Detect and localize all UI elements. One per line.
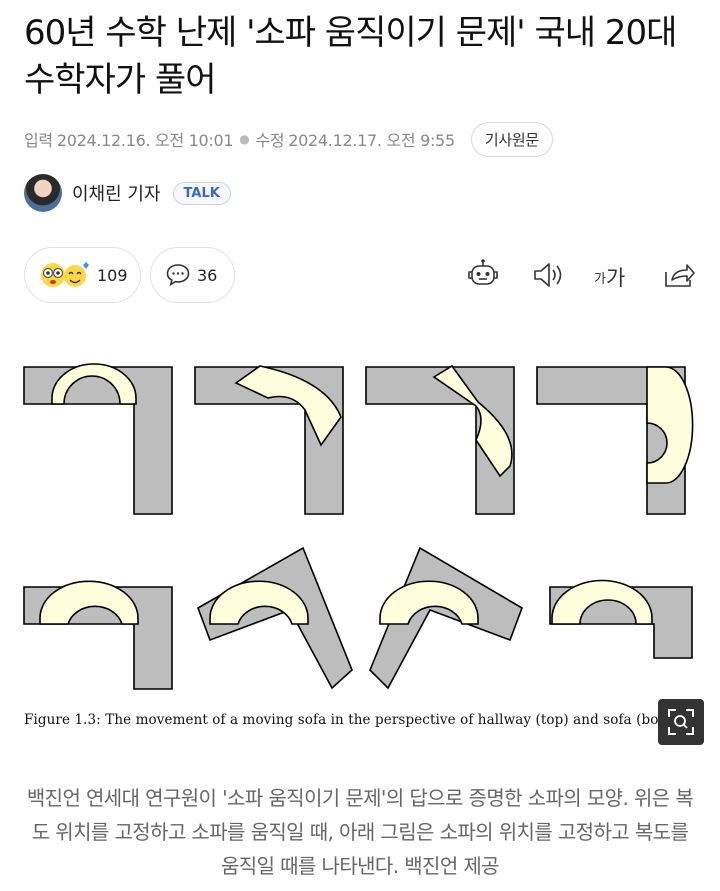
input-label: 입력	[24, 131, 53, 150]
edit-label: 수정	[255, 131, 285, 150]
original-article-button[interactable]: 기사원문	[470, 121, 553, 157]
comment-button[interactable]: 36	[150, 247, 235, 303]
hallway-panel-1	[23, 363, 173, 515]
article-title: 60년 수학 난제 '소파 움직이기 문제' 국내 20대 수학자가 풀어	[24, 13, 677, 100]
talk-badge[interactable]: TALK	[172, 181, 231, 205]
sofa-figure-drawing	[23, 363, 694, 690]
reaction-emoji-icon	[41, 262, 89, 287]
article-meta: 입력 2024.12.16. 오전 10:01 ● 수정 2024.12.17.…	[24, 121, 553, 157]
expand-image-button[interactable]	[658, 699, 704, 745]
font-size-large-label: 가	[605, 266, 626, 290]
comment-count: 36	[197, 265, 218, 285]
author-row: 이채린 기자 TALK	[24, 174, 231, 212]
share-icon[interactable]	[662, 258, 696, 292]
reaction-button[interactable]: 109	[24, 247, 141, 303]
comment-icon	[166, 264, 190, 287]
sofa-panel-3	[369, 546, 523, 690]
hallway-panel-3	[365, 364, 515, 515]
robot-summary-icon[interactable]	[466, 258, 500, 292]
reaction-count: 109	[97, 265, 128, 285]
sofa-panel-1	[23, 580, 173, 690]
edit-date: 2024.12.17. 오전 9:55	[288, 131, 455, 150]
font-size-button[interactable]: 가 가	[594, 258, 625, 292]
avatar[interactable]	[24, 174, 62, 212]
input-date: 2024.12.16. 오전 10:01	[56, 131, 234, 150]
author-name[interactable]: 이채린 기자	[72, 180, 161, 206]
sofa-panel-2	[197, 546, 353, 690]
sofa-panel-4	[549, 579, 693, 659]
hallway-panel-2	[194, 365, 344, 515]
speaker-icon[interactable]	[531, 258, 565, 292]
hallway-panel-4	[536, 366, 694, 515]
font-size-small-label: 가	[594, 272, 606, 287]
photo-caption: 백진언 연세대 연구원이 '소파 움직이기 문제'의 답으로 증명한 소파의 모…	[26, 786, 694, 878]
sofa-figure	[0, 340, 720, 760]
expand-icon	[668, 709, 694, 735]
figure-caption: Figure 1.3: The movement of a moving sof…	[24, 712, 701, 728]
meta-separator: ●	[239, 132, 250, 146]
